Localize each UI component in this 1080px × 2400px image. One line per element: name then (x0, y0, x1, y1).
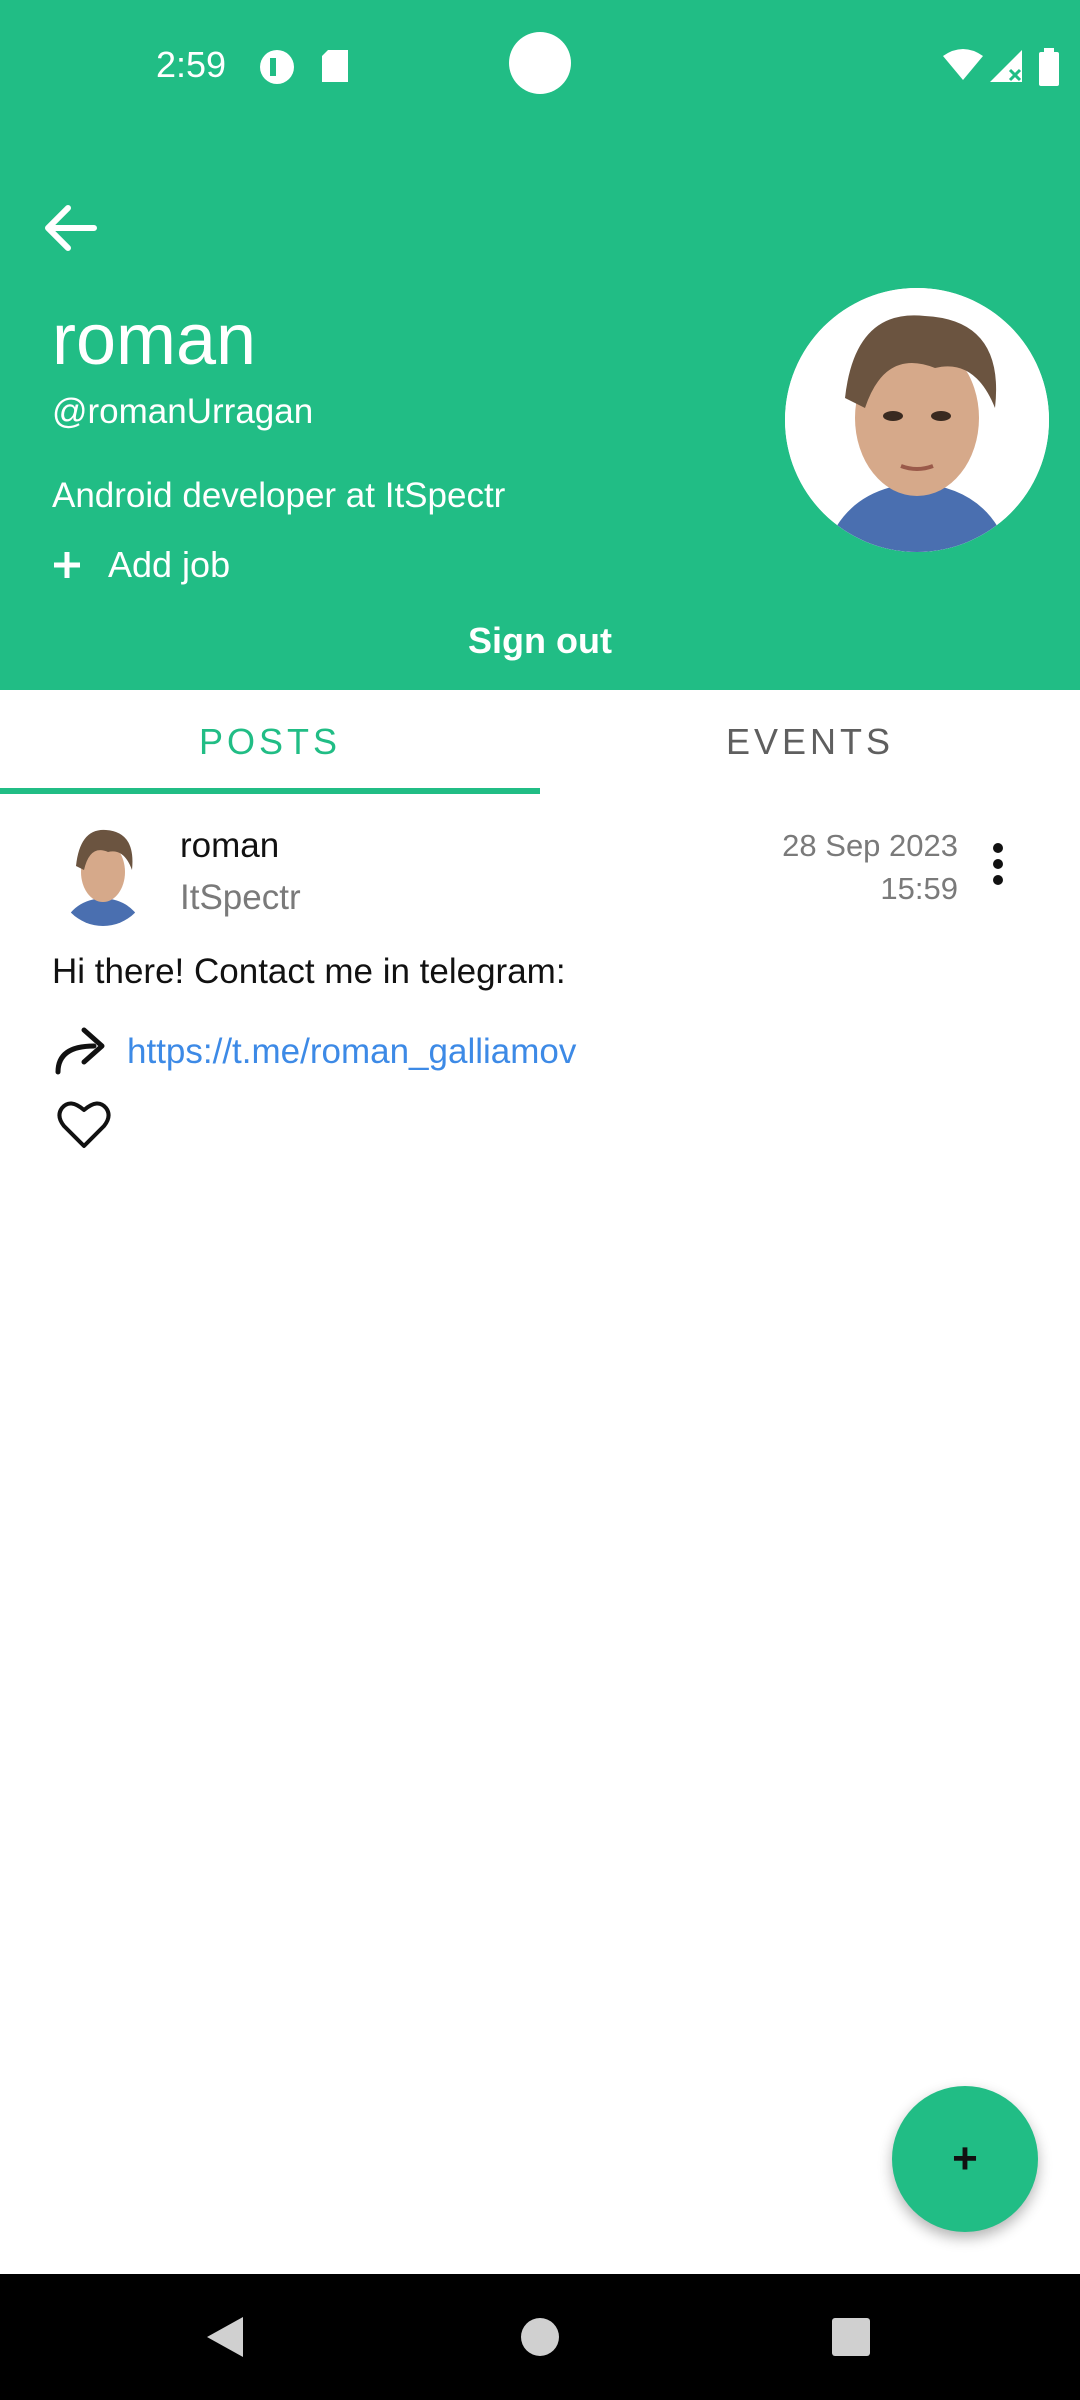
avatar-photo-icon (785, 288, 1049, 552)
nav-recents-icon (832, 2318, 870, 2356)
post-time: 15:59 (880, 871, 958, 906)
heart-icon[interactable] (56, 1096, 112, 1152)
nav-home-button[interactable] (495, 2274, 585, 2400)
post-timestamp: 28 Sep 2023 15:59 (782, 824, 958, 910)
post-company: ItSpectr (180, 878, 301, 917)
plus-icon (54, 552, 80, 578)
nav-recents-button[interactable] (806, 2274, 896, 2400)
post-date: 28 Sep 2023 (782, 828, 958, 863)
camera-cutout (509, 32, 571, 94)
sign-out-button[interactable]: Sign out (0, 620, 1080, 662)
author-photo-icon (58, 820, 148, 926)
add-job-button[interactable]: Add job (52, 544, 230, 586)
post-author: roman (180, 826, 280, 865)
wifi-icon (943, 49, 983, 80)
more-options-icon[interactable] (990, 842, 1006, 886)
nav-back-icon (207, 2317, 243, 2357)
post-content: Hi there! Contact me in telegram: (52, 952, 566, 991)
profile-handle: @romanUrragan (52, 392, 314, 431)
profile-header: 2:59 roman @romanUrragan Android develop… (0, 0, 1080, 690)
profile-job: Android developer at ItSpectr (52, 476, 506, 515)
app-notification-icon (260, 50, 294, 84)
signal-icon (990, 50, 1022, 82)
share-icon[interactable] (54, 1022, 114, 1078)
nav-back-button[interactable] (180, 2274, 270, 2400)
add-post-button[interactable]: + (892, 2086, 1038, 2232)
battery-icon (1039, 48, 1059, 86)
profile-avatar[interactable] (785, 288, 1049, 552)
system-nav-bar (0, 2274, 1080, 2400)
profile-name: roman (52, 300, 257, 380)
nav-home-icon (521, 2318, 559, 2356)
profile-tabs: POSTS EVENTS (0, 690, 1080, 794)
tab-indicator (0, 788, 540, 794)
status-time: 2:59 (156, 44, 227, 85)
back-arrow-icon[interactable] (40, 196, 104, 260)
tab-posts[interactable]: POSTS (0, 690, 540, 794)
post-link[interactable]: https://t.me/roman_galliamov (127, 1032, 576, 1072)
post-author-avatar[interactable] (58, 820, 148, 926)
add-job-label: Add job (108, 544, 231, 585)
tab-events[interactable]: EVENTS (540, 690, 1080, 794)
sd-card-icon (322, 50, 348, 82)
